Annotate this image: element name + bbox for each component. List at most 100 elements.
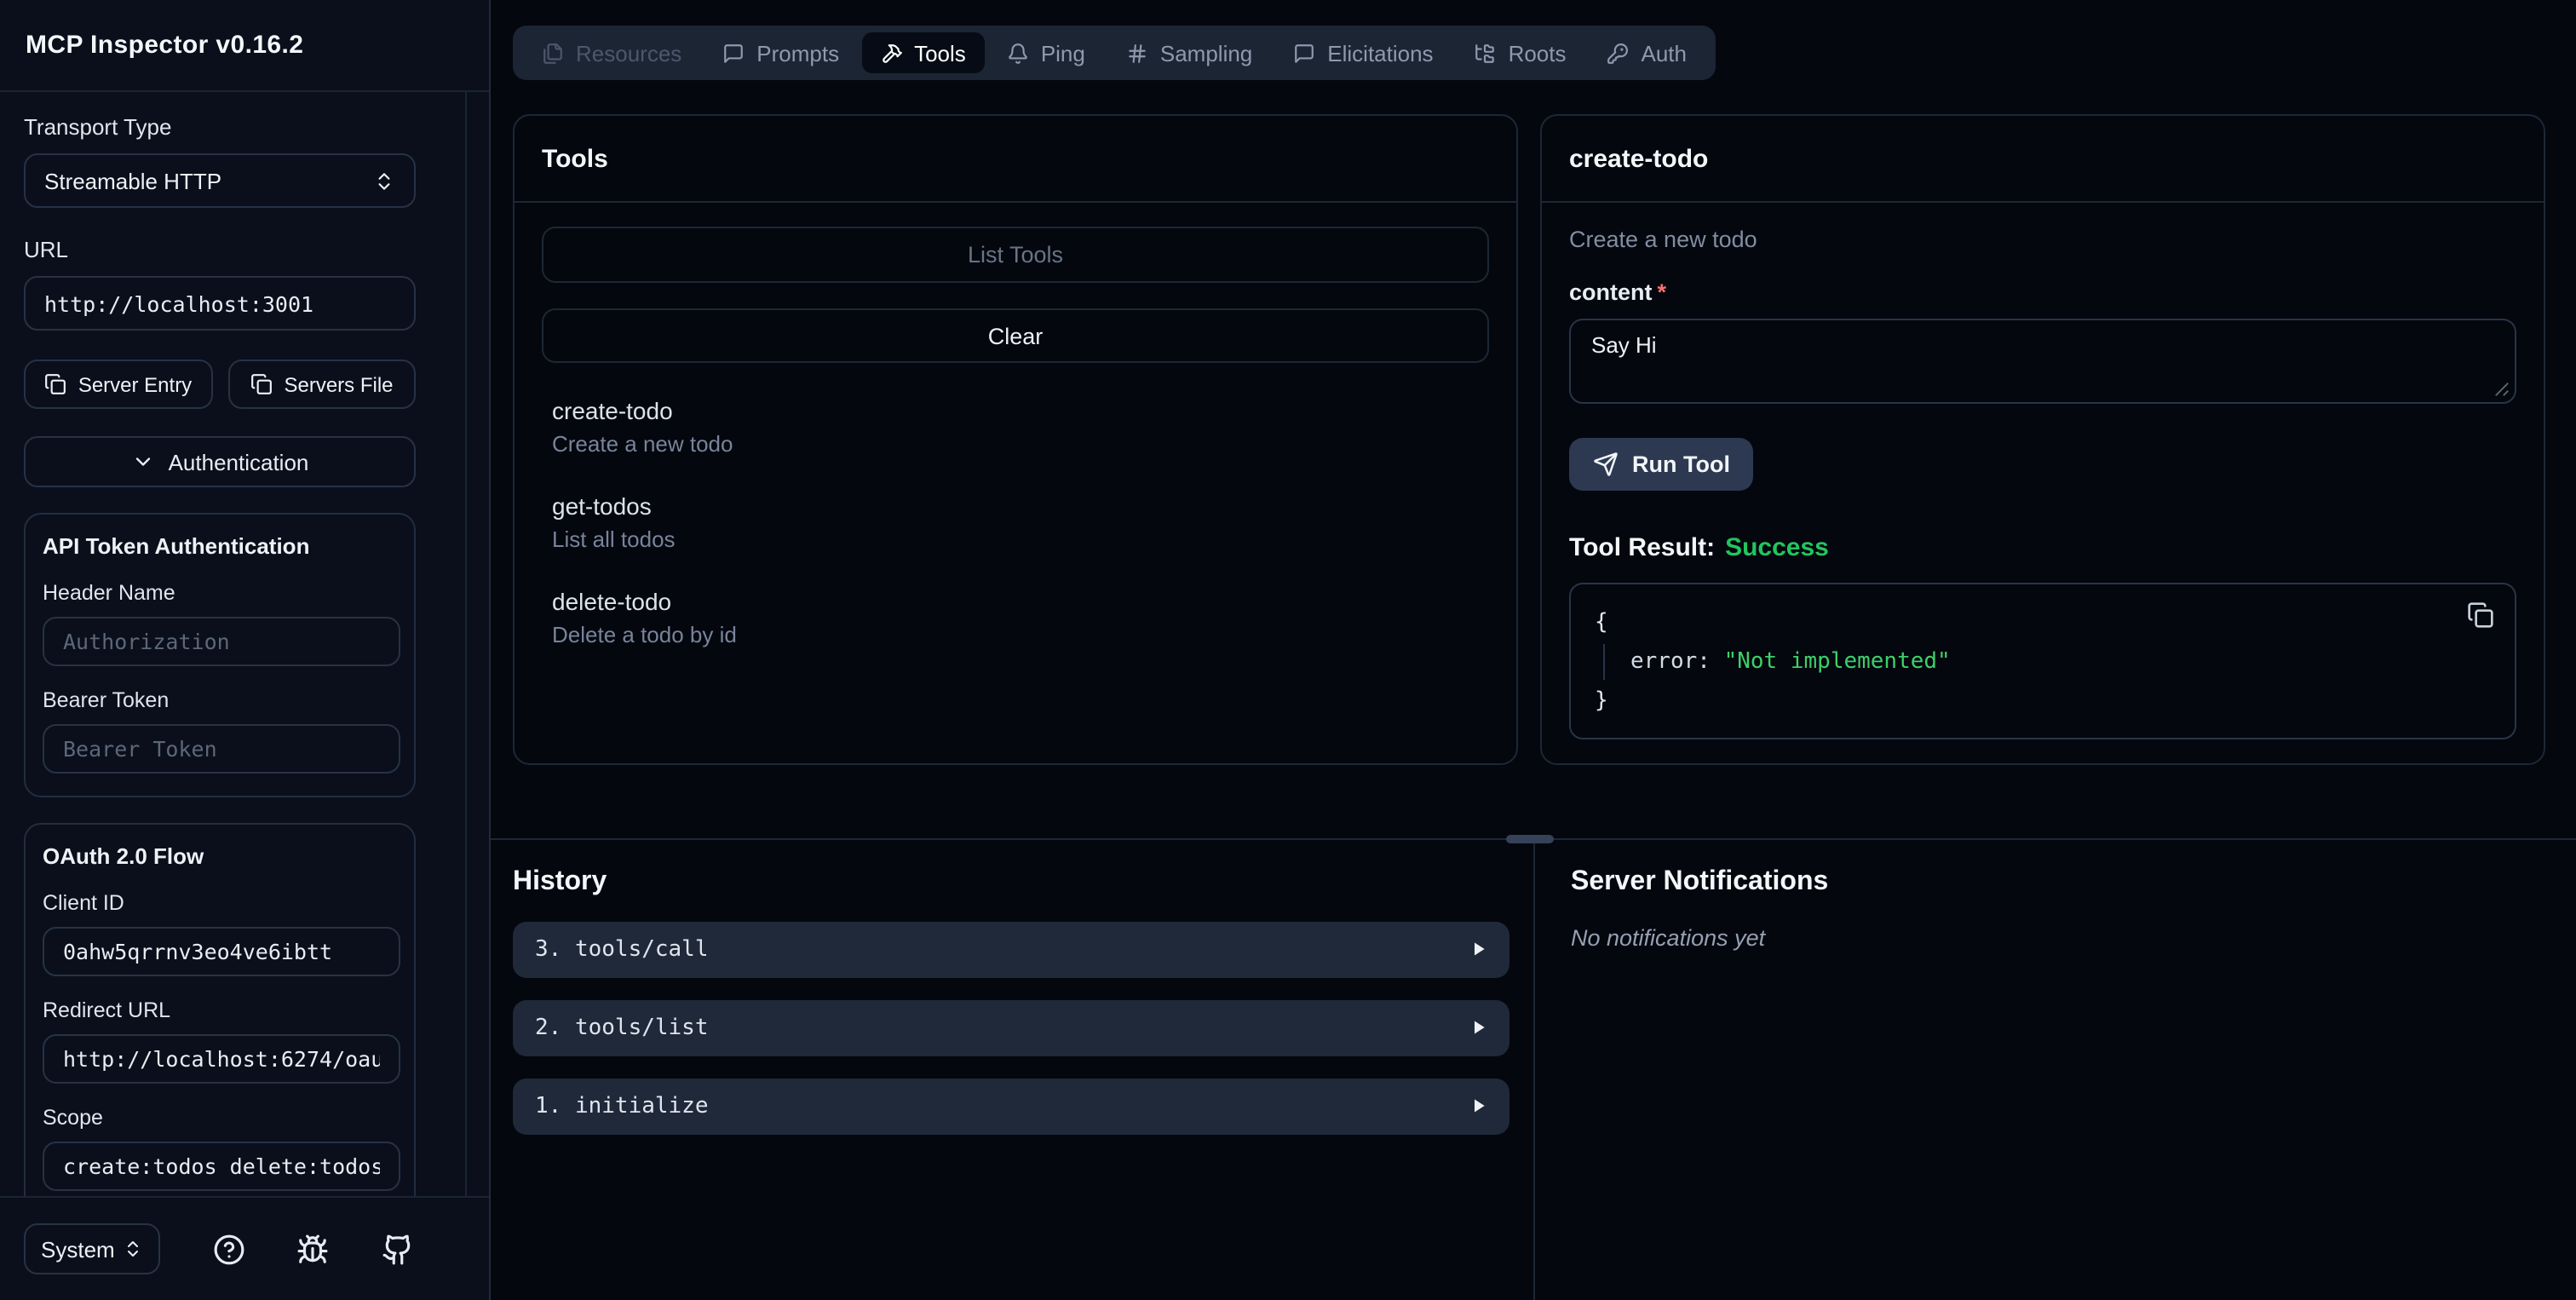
header-name-input[interactable] (43, 617, 400, 666)
key-icon (1607, 42, 1630, 64)
tab-row: Resources Prompts Tools Ping Sampling El… (513, 26, 2576, 80)
copy-icon (250, 373, 272, 395)
json-error-line: error: "Not implemented" (1595, 642, 2491, 682)
header-name-label: Header Name (43, 581, 175, 605)
api-token-auth-title: API Token Authentication (43, 533, 310, 559)
theme-select[interactable]: System (24, 1223, 160, 1274)
tab-roots[interactable]: Roots (1456, 32, 1585, 73)
mcp-inspector-app: MCP Inspector v0.16.2 Transport Type Str… (0, 0, 2576, 1300)
expand-caret-icon (1470, 1091, 1487, 1122)
scope-input[interactable] (43, 1142, 400, 1191)
run-tool-label: Run Tool (1632, 452, 1730, 477)
tab-elicitations[interactable]: Elicitations (1274, 32, 1452, 73)
resize-handle-icon[interactable] (2494, 382, 2510, 397)
bug-icon[interactable] (296, 1233, 329, 1265)
horizontal-divider (491, 835, 2576, 843)
expand-caret-icon (1470, 935, 1487, 965)
json-value: "Not implemented" (1723, 649, 1951, 675)
sidebar: MCP Inspector v0.16.2 Transport Type Str… (0, 0, 491, 1300)
run-tool-button[interactable]: Run Tool (1569, 438, 1754, 491)
tab-resources[interactable]: Resources (523, 32, 700, 73)
server-notifications-panel: Server Notifications No notifications ye… (1535, 840, 2576, 1300)
url-label: URL (24, 237, 69, 262)
chevrons-up-down-icon (373, 170, 395, 192)
history-row[interactable]: 2. tools/list (513, 1000, 1509, 1056)
servers-file-label: Servers File (284, 372, 394, 396)
redirect-url-input[interactable] (43, 1034, 400, 1084)
tools-panel-title: Tools (542, 144, 608, 173)
tab-label: Ping (1040, 40, 1085, 66)
bell-icon (1007, 42, 1029, 64)
servers-file-button[interactable]: Servers File (227, 360, 416, 409)
tab-sampling[interactable]: Sampling (1107, 32, 1271, 73)
tab-ping[interactable]: Ping (988, 32, 1104, 73)
tool-description: Delete a todo by id (552, 622, 737, 647)
tool-description: Create a new todo (552, 431, 733, 457)
tool-list-item[interactable]: create-todo Create a new todo (552, 397, 1489, 457)
copy-icon (44, 373, 66, 395)
theme-select-value: System (41, 1236, 115, 1262)
hash-icon (1126, 42, 1148, 64)
history-title: History (513, 867, 607, 896)
tab-tools[interactable]: Tools (861, 32, 985, 73)
list-tools-button[interactable]: List Tools (542, 227, 1489, 283)
clear-tools-button[interactable]: Clear (542, 308, 1489, 363)
expand-caret-icon (1470, 1013, 1487, 1044)
no-notifications-text: No notifications yet (1571, 925, 1766, 951)
tab-label: Resources (576, 40, 682, 66)
tool-name: get-todos (552, 492, 652, 520)
tab-prompts[interactable]: Prompts (704, 32, 858, 73)
tab-label: Prompts (756, 40, 840, 66)
history-row-label: 1. initialize (535, 1094, 709, 1119)
tools-panel-header: Tools (515, 116, 1516, 203)
tool-name: create-todo (552, 397, 673, 424)
content-textarea-value: Say Hi (1591, 332, 1657, 358)
main-area: Resources Prompts Tools Ping Sampling El… (491, 0, 2576, 1300)
files-icon (542, 42, 564, 64)
tab-label: Elicitations (1327, 40, 1434, 66)
chevrons-up-down-icon (123, 1239, 143, 1259)
tool-list-item[interactable]: get-todos List all todos (552, 492, 1489, 552)
content-textarea[interactable]: Say Hi (1569, 319, 2516, 404)
tab-label: Roots (1508, 40, 1567, 66)
tool-result-label: Tool Result: (1569, 533, 1716, 562)
bearer-token-input[interactable] (43, 724, 400, 774)
history-list: 3. tools/call 2. tools/list 1. initializ… (513, 922, 1509, 1135)
history-row-label: 3. tools/call (535, 937, 709, 963)
tool-runner-description: Create a new todo (1569, 227, 1757, 252)
server-entry-button[interactable]: Server Entry (24, 360, 212, 409)
authentication-toggle[interactable]: Authentication (24, 436, 416, 487)
api-token-auth-card: API Token Authentication Header Name Bea… (24, 513, 416, 797)
content-param-label: content * (1569, 279, 1667, 305)
tab-label: Tools (914, 40, 966, 66)
tool-name: delete-todo (552, 588, 672, 615)
sidebar-scrollbar-track[interactable] (465, 92, 467, 1196)
tool-result-line: Tool Result: Success (1569, 533, 2516, 562)
tab-label: Sampling (1159, 40, 1253, 66)
scope-label: Scope (43, 1106, 103, 1130)
tool-runner-title: create-todo (1569, 144, 1709, 173)
app-title: MCP Inspector v0.16.2 (26, 31, 304, 60)
github-icon[interactable] (381, 1233, 413, 1265)
client-id-label: Client ID (43, 891, 124, 915)
history-row[interactable]: 3. tools/call (513, 922, 1509, 978)
tool-runner-panel: create-todo Create a new todo content * S… (1540, 114, 2545, 765)
tab-label: Auth (1641, 40, 1688, 66)
help-icon[interactable] (212, 1233, 244, 1265)
json-key: error: (1630, 649, 1711, 675)
tool-runner-header: create-todo (1542, 116, 2544, 203)
bearer-token-label: Bearer Token (43, 688, 170, 712)
history-row[interactable]: 1. initialize (513, 1079, 1509, 1135)
redirect-url-label: Redirect URL (43, 998, 171, 1022)
tab-auth[interactable]: Auth (1589, 32, 1706, 73)
footer-icons (160, 1233, 465, 1265)
message-square-icon (1293, 42, 1315, 64)
folder-tree-icon (1475, 42, 1497, 64)
client-id-input[interactable] (43, 927, 400, 976)
url-input[interactable] (24, 276, 416, 331)
panel-resize-handle[interactable] (1506, 835, 1554, 843)
transport-type-select[interactable]: Streamable HTTP (24, 153, 416, 208)
tool-list: create-todo Create a new todo get-todos … (542, 397, 1489, 647)
copy-result-icon[interactable] (2467, 601, 2494, 629)
tool-list-item[interactable]: delete-todo Delete a todo by id (552, 588, 1489, 647)
